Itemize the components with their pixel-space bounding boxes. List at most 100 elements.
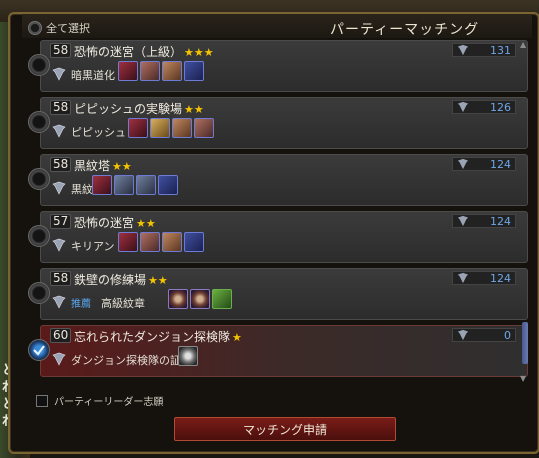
crest-icon (457, 215, 469, 227)
reward-items (92, 175, 178, 195)
reward-label: キリアン (71, 238, 115, 254)
dungeon-name-text: ピピッシュの実験場 (74, 102, 183, 116)
reward-item-icon[interactable] (118, 232, 138, 252)
dungeon-radio[interactable] (28, 168, 50, 190)
reward-item-icon[interactable] (162, 232, 182, 252)
crest-icon (52, 123, 66, 138)
party-count-value: 124 (490, 157, 511, 171)
boss-name: ダンジョン探検隊の証 (71, 354, 181, 367)
party-leader-label: パーティーリーダー志願 (54, 397, 164, 408)
reward-label: 暗黒道化 (71, 67, 115, 83)
reward-item-icon[interactable] (190, 289, 210, 309)
dungeon-entry[interactable]: 58 黒紋塔 ★★ 黒紋塔 124 (22, 154, 532, 208)
select-all-toggle[interactable]: 全て選択 (28, 20, 90, 36)
reward-item-icon[interactable] (114, 175, 134, 195)
difficulty-stars: ★ (232, 331, 242, 344)
reward-item-icon[interactable] (128, 118, 148, 138)
dungeon-entry[interactable]: 58 ピピッシュの実験場 ★★ ピピッシュ 126 (22, 97, 532, 151)
list-scrollbar[interactable]: ▲ ▼ (520, 40, 530, 385)
dungeon-level: 58 (50, 271, 72, 286)
crest-icon (457, 44, 469, 56)
party-count-value: 0 (504, 328, 511, 342)
party-count: 126 (452, 100, 516, 114)
difficulty-stars: ★★ (136, 217, 156, 230)
reward-item-icon[interactable] (184, 61, 204, 81)
reward-item-icon[interactable] (184, 232, 204, 252)
reward-label: ダンジョン探検隊の証 (71, 352, 181, 368)
dungeon-level: 58 (50, 157, 72, 172)
reward-label: ピピッシュ (71, 124, 126, 140)
dungeon-entry[interactable]: 58 恐怖の迷宮（上級） ★★★ 暗黒道化 131 (22, 40, 532, 94)
party-count-value: 124 (490, 214, 511, 228)
dungeon-name-text: 恐怖の迷宮（上級） (74, 45, 183, 59)
dungeon-entry[interactable]: 58 鉄壁の修練場 ★★ 推薦 高級紋章 124 (22, 268, 532, 322)
reward-item-icon[interactable] (140, 61, 160, 81)
party-count: 131 (452, 43, 516, 57)
crest-icon (52, 180, 66, 195)
reward-items (118, 61, 204, 81)
party-count: 124 (452, 214, 516, 228)
dungeon-entry[interactable]: 57 恐怖の迷宮 ★★ キリアン 124 (22, 211, 532, 265)
reward-item-icon[interactable] (172, 118, 192, 138)
reward-item-icon[interactable] (212, 289, 232, 309)
party-leader-option[interactable]: パーティーリーダー志願 (36, 393, 163, 408)
reward-item-icon[interactable] (150, 118, 170, 138)
difficulty-stars: ★★ (112, 160, 132, 173)
select-all-radio[interactable] (28, 21, 42, 35)
dungeon-list: 58 恐怖の迷宮（上級） ★★★ 暗黒道化 131 58 ピピッシュの実験場 ★★ ピピッシュ 1… (22, 40, 532, 385)
reward-item-icon[interactable] (162, 61, 182, 81)
dungeon-name-text: 忘れられたダンジョン探検隊 (74, 330, 231, 344)
recommended-tag: 推薦 (71, 299, 91, 310)
party-count: 0 (452, 328, 516, 342)
dungeon-level: 58 (50, 100, 72, 115)
scroll-down-icon[interactable]: ▼ (520, 374, 526, 383)
dungeon-name: ピピッシュの実験場 ★★ (74, 100, 204, 117)
crest-icon (52, 237, 66, 252)
scroll-thumb[interactable] (522, 322, 528, 364)
dungeon-radio[interactable] (28, 111, 50, 133)
dungeon-name-text: 恐怖の迷宮 (74, 216, 135, 230)
selected-check-icon[interactable] (28, 339, 50, 361)
reward-items (178, 346, 198, 366)
crest-icon (457, 272, 469, 284)
reward-label: 推薦 高級紋章 (71, 295, 145, 311)
reward-item-icon[interactable] (178, 346, 198, 366)
matching-request-button[interactable]: マッチング申請 (174, 417, 396, 441)
scroll-up-icon[interactable]: ▲ (520, 40, 526, 49)
reward-item-icon[interactable] (140, 232, 160, 252)
dungeon-name-text: 鉄壁の修練場 (74, 273, 147, 287)
party-leader-checkbox[interactable] (36, 394, 48, 407)
reward-item-icon[interactable] (118, 61, 138, 81)
dungeon-level: 58 (50, 43, 72, 58)
party-count-value: 124 (490, 271, 511, 285)
reward-items (128, 118, 214, 138)
difficulty-stars: ★★ (184, 103, 204, 116)
party-count-value: 126 (490, 100, 511, 114)
reward-items (118, 232, 204, 252)
dungeon-name: 鉄壁の修練場 ★★ (74, 271, 168, 288)
reward-item-icon[interactable] (194, 118, 214, 138)
reward-item-icon[interactable] (158, 175, 178, 195)
dungeon-radio[interactable] (28, 282, 50, 304)
crest-icon (52, 66, 66, 81)
dungeon-name: 忘れられたダンジョン探検隊 ★ (74, 328, 242, 345)
dungeon-radio[interactable] (28, 225, 50, 247)
crest-icon (457, 101, 469, 113)
watermark-logo (0, 428, 60, 454)
dungeon-name: 恐怖の迷宮（上級） ★★★ (74, 43, 214, 60)
window-title: パーティーマッチング (330, 22, 480, 38)
dungeon-level: 57 (50, 214, 72, 229)
dungeon-entry[interactable]: 60 忘れられたダンジョン探検隊 ★ ダンジョン探検隊の証 0 (22, 325, 532, 379)
reward-items (168, 289, 232, 309)
reward-item-icon[interactable] (136, 175, 156, 195)
difficulty-stars: ★★★ (184, 46, 214, 59)
boss-name: 高級紋章 (101, 297, 145, 310)
reward-item-icon[interactable] (92, 175, 112, 195)
reward-item-icon[interactable] (168, 289, 188, 309)
party-count-value: 131 (490, 43, 511, 57)
dungeon-radio[interactable] (28, 54, 50, 76)
boss-name: 暗黒道化 (71, 69, 115, 82)
crest-icon (52, 351, 66, 366)
select-all-label: 全て選択 (46, 22, 90, 35)
dungeon-name: 黒紋塔 ★★ (74, 157, 132, 174)
